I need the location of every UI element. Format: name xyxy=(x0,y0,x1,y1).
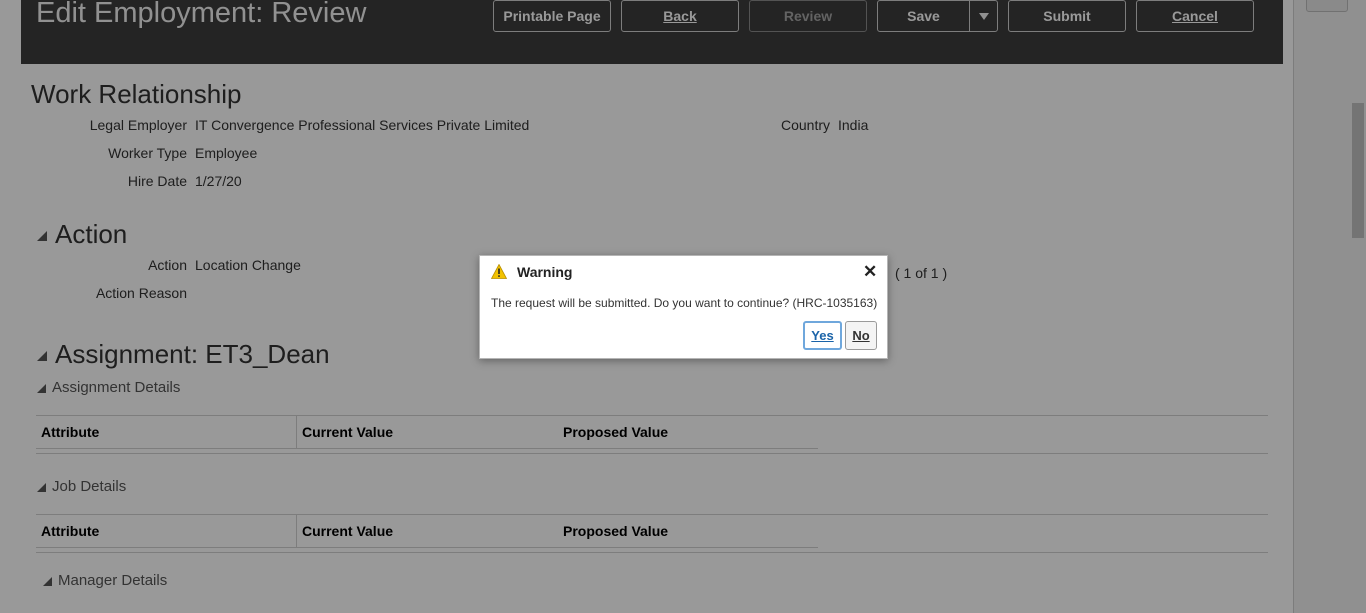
warning-icon xyxy=(491,264,507,279)
dialog-message: The request will be submitted. Do you wa… xyxy=(491,296,878,310)
close-icon[interactable]: ✕ xyxy=(863,262,877,282)
dialog-title: Warning xyxy=(517,264,573,280)
yes-button[interactable]: Yes xyxy=(803,321,842,350)
no-button[interactable]: No xyxy=(845,321,877,350)
warning-dialog: Warning ✕ The request will be submitted.… xyxy=(479,255,888,359)
